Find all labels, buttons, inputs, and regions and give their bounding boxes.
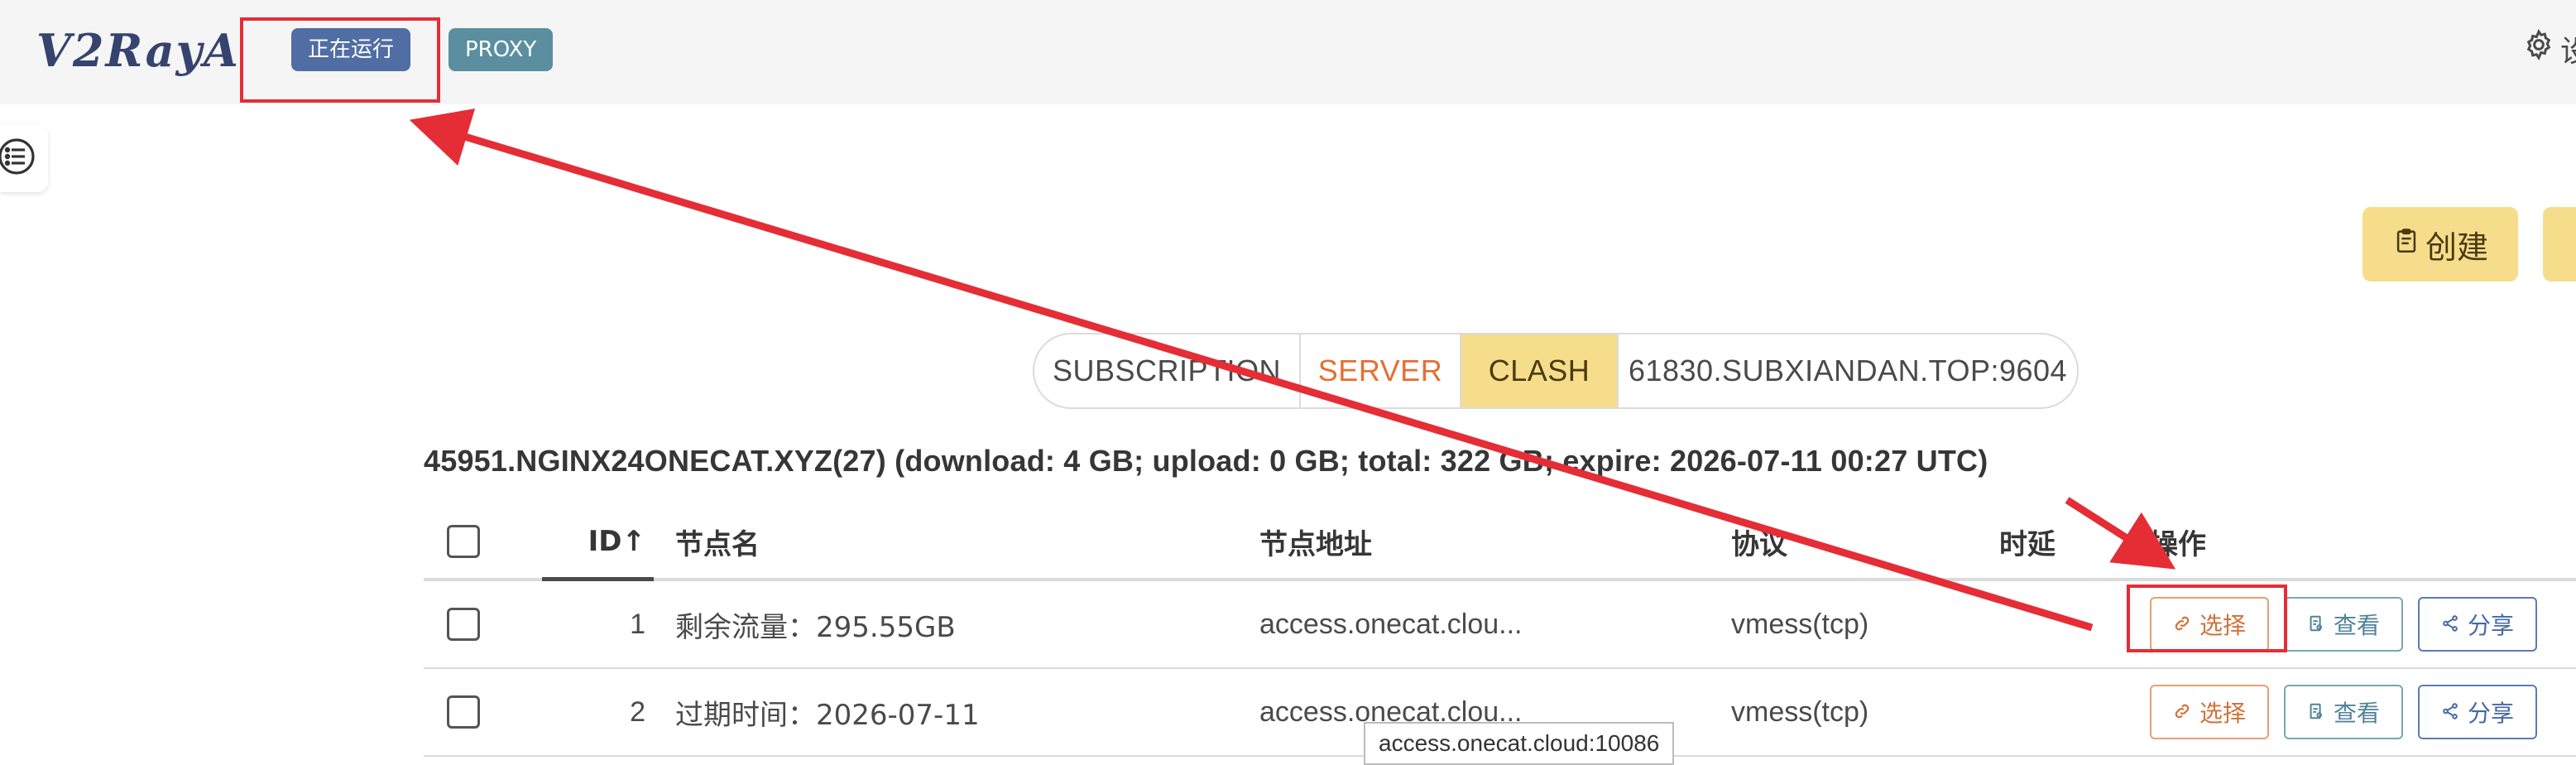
share-button[interactable]: 分享 [2418, 685, 2537, 739]
clipboard-icon [2392, 226, 2420, 262]
share-icon [2441, 611, 2459, 638]
select-all-cell [447, 505, 483, 578]
app-logo[interactable]: V2RayA [36, 13, 240, 88]
tab-subscription-host[interactable]: 61830.SUBXIANDAN.TOP:9604 [1619, 334, 2077, 407]
row-name: 剩余流量：295.55GB [675, 610, 956, 644]
row-address: access.onecat.clou... [1259, 608, 1523, 640]
tab-subscription[interactable]: SUBSCRIPTION [1034, 334, 1301, 407]
row-id: 1 [630, 608, 645, 640]
table-header: ID↑ 节点名 节点地址 协议 时延 操作 [424, 505, 2576, 581]
view-label: 查看 [2333, 612, 2380, 639]
name-header: 节点名 [675, 527, 760, 561]
row-actions: 选择 查看 分享 [2150, 669, 2537, 755]
share-label: 分享 [2467, 700, 2514, 727]
view-button[interactable]: 查看 [2284, 685, 2403, 739]
address-tooltip: access.onecat.cloud:10086 [1364, 722, 1675, 765]
row-checkbox[interactable] [447, 695, 480, 729]
settings-link[interactable]: 设 [2522, 28, 2576, 75]
row-protocol: vmess(tcp) [1731, 695, 1869, 728]
share-label: 分享 [2467, 612, 2514, 639]
document-icon [2307, 611, 2325, 638]
address-header: 节点地址 [1259, 527, 1372, 561]
latency-header: 时延 [1999, 527, 2056, 561]
row-name: 过期时间：2026-07-11 [675, 698, 980, 732]
document-icon [2307, 699, 2325, 726]
create-button[interactable]: 创建 [2363, 207, 2518, 281]
tab-clash[interactable]: CLASH [1461, 334, 1619, 407]
link-icon [2173, 699, 2191, 726]
row-checkbox[interactable] [447, 608, 480, 641]
import-button[interactable] [2543, 207, 2576, 281]
view-label: 查看 [2333, 700, 2380, 727]
view-button[interactable]: 查看 [2284, 597, 2403, 652]
tab-server[interactable]: SERVER [1301, 334, 1461, 407]
row-id: 2 [630, 695, 645, 728]
actions-header: 操作 [2150, 527, 2206, 561]
select-button[interactable]: 选择 [2150, 685, 2269, 739]
subscription-info: 45951.NGINX24ONECAT.XYZ(27) (download: 4… [424, 444, 1988, 478]
create-label: 创建 [2425, 229, 2488, 266]
source-tabs: SUBSCRIPTION SERVER CLASH 61830.SUBXIAND… [1033, 333, 2079, 409]
sidebar-toggle-button[interactable] [0, 124, 48, 192]
share-button[interactable]: 分享 [2418, 597, 2537, 652]
select-label: 选择 [2199, 700, 2246, 727]
share-icon [2441, 699, 2459, 726]
list-icon [0, 137, 36, 180]
row-protocol: vmess(tcp) [1731, 608, 1869, 640]
settings-label: 设 [2560, 34, 2576, 68]
select-all-checkbox[interactable] [447, 525, 480, 558]
row-checkbox-cell [447, 669, 483, 755]
proxy-tag[interactable]: PROXY [449, 28, 554, 71]
row-checkbox-cell [447, 581, 483, 667]
gear-icon [2522, 28, 2555, 75]
annotation-box-select [2127, 585, 2287, 652]
protocol-header: 协议 [1731, 527, 1787, 561]
annotation-box-status [240, 17, 440, 103]
id-header[interactable]: ID↑ [540, 505, 645, 578]
